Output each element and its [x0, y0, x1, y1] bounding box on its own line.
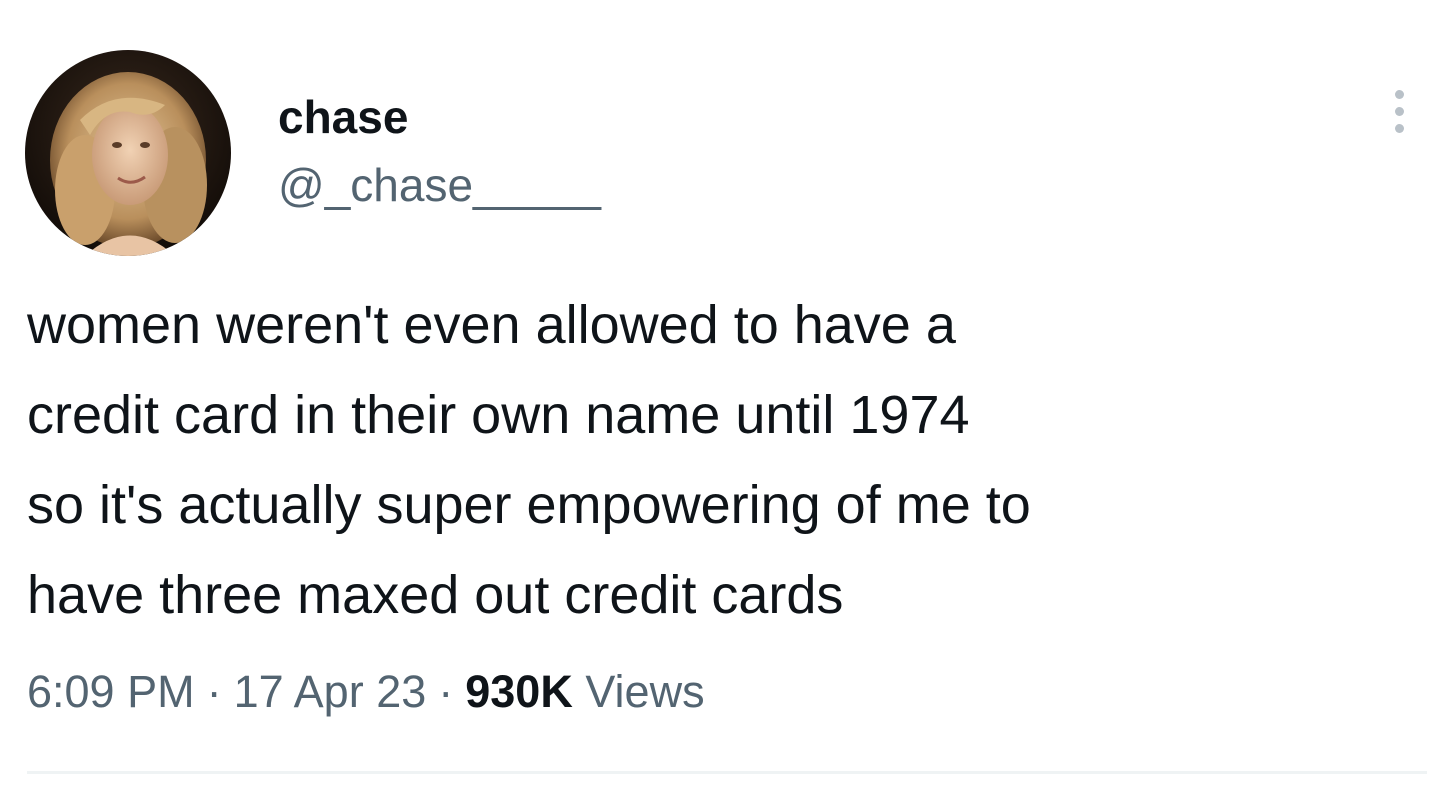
- tweet-metadata: 6:09 PM · 17 Apr 23 · 930K Views: [27, 664, 705, 720]
- tweet-date[interactable]: 17 Apr 23: [234, 666, 427, 717]
- profile-photo-avatar: [25, 50, 231, 256]
- views-label[interactable]: Views: [585, 666, 704, 717]
- divider: [27, 771, 1427, 774]
- more-vertical-icon: [1395, 90, 1404, 99]
- tweet-time[interactable]: 6:09 PM: [27, 666, 195, 717]
- tweet-text-line: have three maxed out credit cards: [27, 565, 844, 625]
- meta-separator: ·: [438, 666, 454, 717]
- tweet-text-line: women weren't even allowed to have a: [27, 295, 956, 355]
- more-vertical-icon-dot: [1395, 107, 1404, 116]
- author-avatar[interactable]: [25, 50, 231, 256]
- tweet-text-line: credit card in their own name until 1974: [27, 385, 970, 445]
- tweet-text-line: so it's actually super empowering of me …: [27, 475, 1031, 535]
- tweet-text: women weren't even allowed to have a cre…: [27, 280, 1417, 640]
- author-display-name[interactable]: chase: [278, 90, 408, 144]
- meta-separator: ·: [206, 666, 222, 717]
- tweet-card: chase @_chase_____ women weren't even al…: [0, 0, 1450, 798]
- more-vertical-icon-dot: [1395, 124, 1404, 133]
- more-options-button[interactable]: [1380, 82, 1420, 142]
- views-count[interactable]: 930K: [465, 666, 573, 717]
- author-handle[interactable]: @_chase_____: [278, 158, 601, 212]
